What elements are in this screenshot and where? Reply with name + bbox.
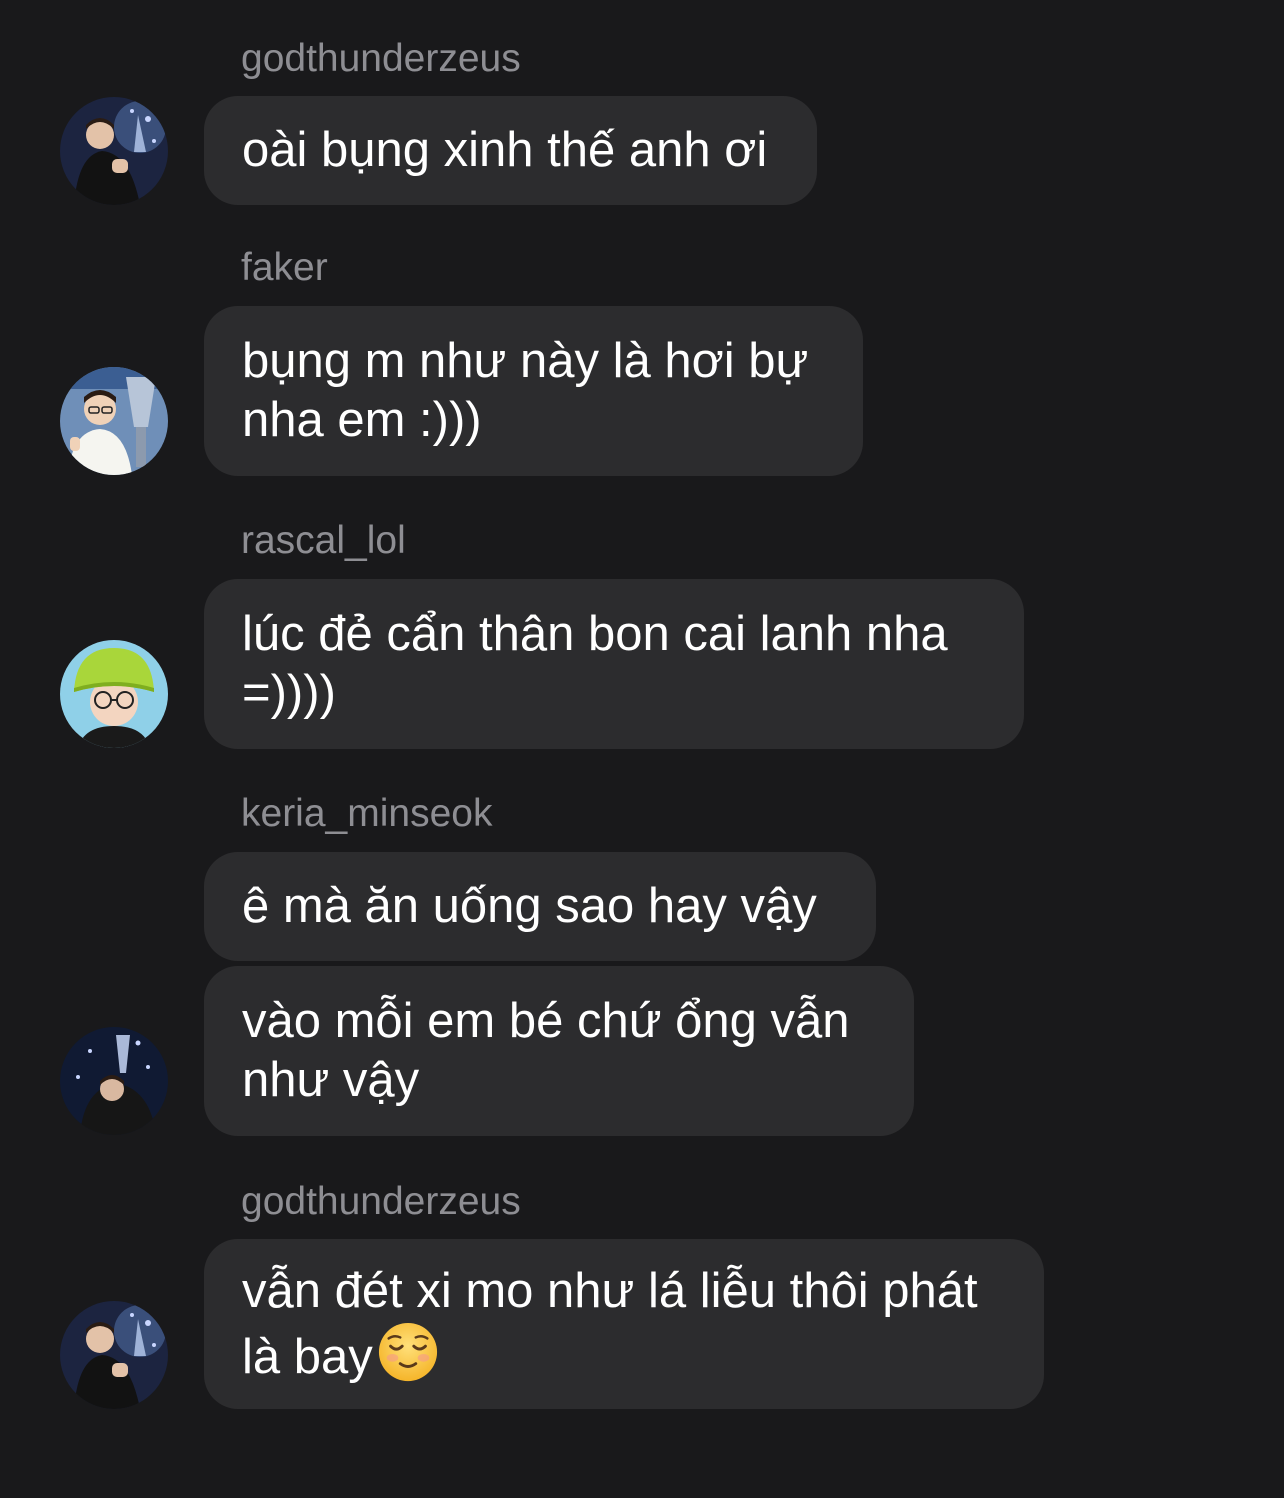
- message-text: oài bụng xinh thế anh ơi: [242, 123, 768, 177]
- user-avatar[interactable]: [60, 97, 168, 205]
- user-avatar[interactable]: [60, 1027, 168, 1135]
- message-text-content: vẫn đét xi mo như lá liễu thôi phát là b…: [242, 1263, 978, 1384]
- message-text: bụng m như này là hơi bự nha em :))): [242, 334, 809, 447]
- message-text: vẫn đét xi mo như lá liễu thôi phát là b…: [242, 1262, 978, 1387]
- user-avatar[interactable]: [60, 640, 168, 748]
- username-label[interactable]: godthunderzeus: [241, 37, 521, 81]
- message-bubble[interactable]: vẫn đét xi mo như lá liễu thôi phát là b…: [204, 1239, 1044, 1409]
- message-bubble[interactable]: oài bụng xinh thế anh ơi: [204, 96, 817, 205]
- rascal-avatar-image: [60, 640, 168, 748]
- user-avatar[interactable]: [60, 367, 168, 475]
- username-label[interactable]: keria_minseok: [241, 792, 492, 836]
- username-label[interactable]: godthunderzeus: [241, 1180, 521, 1224]
- relieved-face-icon: [377, 1321, 439, 1383]
- message-text: ê mà ăn uống sao hay vậy: [242, 879, 817, 933]
- zeus-avatar-image: [60, 1301, 168, 1409]
- message-bubble[interactable]: vào mỗi em bé chứ ổng vẫn như vậy: [204, 966, 914, 1136]
- message-text: vào mỗi em bé chứ ổng vẫn như vậy: [242, 994, 850, 1107]
- username-label[interactable]: faker: [241, 246, 328, 290]
- zeus-avatar-image: [60, 97, 168, 205]
- message-bubble[interactable]: ê mà ăn uống sao hay vậy: [204, 852, 876, 961]
- faker-avatar-image: [60, 367, 168, 475]
- message-bubble[interactable]: lúc đẻ cẩn thân bon cai lanh nha =)))): [204, 579, 1024, 749]
- message-text: lúc đẻ cẩn thân bon cai lanh nha =)))): [242, 607, 948, 720]
- username-label[interactable]: rascal_lol: [241, 519, 406, 563]
- message-bubble[interactable]: bụng m như này là hơi bự nha em :))): [204, 306, 863, 476]
- keria-avatar-image: [60, 1027, 168, 1135]
- user-avatar[interactable]: [60, 1301, 168, 1409]
